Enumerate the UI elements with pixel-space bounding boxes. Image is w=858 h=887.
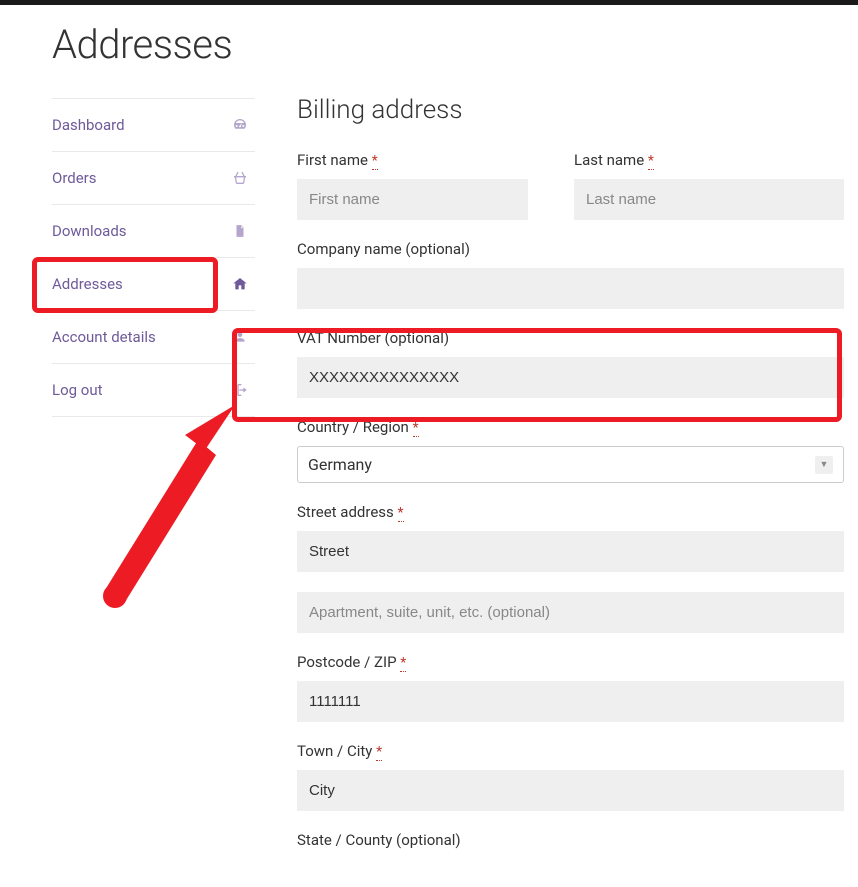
state-label: State / County (optional) xyxy=(297,831,844,849)
vat-label: VAT Number (optional) xyxy=(297,329,844,347)
dashboard-icon xyxy=(231,116,249,134)
required-marker: * xyxy=(413,420,419,437)
last-name-label: Last name * xyxy=(574,151,844,169)
street-input[interactable] xyxy=(297,531,844,572)
page-title: Addresses xyxy=(52,21,255,68)
nav-label: Orders xyxy=(52,169,97,187)
first-name-input[interactable] xyxy=(297,179,528,220)
first-name-label: First name * xyxy=(297,151,528,169)
nav-dashboard[interactable]: Dashboard xyxy=(52,99,255,151)
vat-input[interactable] xyxy=(297,357,844,398)
last-name-input[interactable] xyxy=(574,179,844,220)
country-select[interactable]: Germany ▼ xyxy=(297,446,844,483)
required-marker: * xyxy=(376,744,382,761)
user-icon xyxy=(231,328,249,346)
nav-account-details[interactable]: Account details xyxy=(52,311,255,363)
account-nav: Dashboard Orders xyxy=(52,98,255,417)
city-label: Town / City * xyxy=(297,742,844,760)
file-icon xyxy=(231,222,249,240)
required-marker: * xyxy=(398,505,404,522)
home-icon xyxy=(231,275,249,293)
nav-label: Downloads xyxy=(52,222,127,240)
company-label: Company name (optional) xyxy=(297,240,844,258)
postcode-label: Postcode / ZIP * xyxy=(297,653,844,671)
required-marker: * xyxy=(372,153,378,170)
required-marker: * xyxy=(400,655,406,672)
company-input[interactable] xyxy=(297,268,844,309)
country-value: Germany xyxy=(308,455,372,474)
country-label: Country / Region * xyxy=(297,418,844,436)
nav-label: Account details xyxy=(52,328,156,346)
nav-addresses[interactable]: Addresses xyxy=(52,258,255,310)
nav-label: Addresses xyxy=(52,275,123,293)
nav-logout[interactable]: Log out xyxy=(52,364,255,416)
city-input[interactable] xyxy=(297,770,844,811)
nav-downloads[interactable]: Downloads xyxy=(52,205,255,257)
street2-input[interactable] xyxy=(297,592,844,633)
chevron-down-icon: ▼ xyxy=(815,456,833,474)
nav-label: Log out xyxy=(52,381,103,399)
basket-icon xyxy=(231,169,249,187)
logout-icon xyxy=(231,381,249,399)
form-heading: Billing address xyxy=(297,95,844,125)
nav-label: Dashboard xyxy=(52,116,125,134)
street-label: Street address * xyxy=(297,503,844,521)
nav-orders[interactable]: Orders xyxy=(52,152,255,204)
postcode-input[interactable] xyxy=(297,681,844,722)
required-marker: * xyxy=(648,153,654,170)
